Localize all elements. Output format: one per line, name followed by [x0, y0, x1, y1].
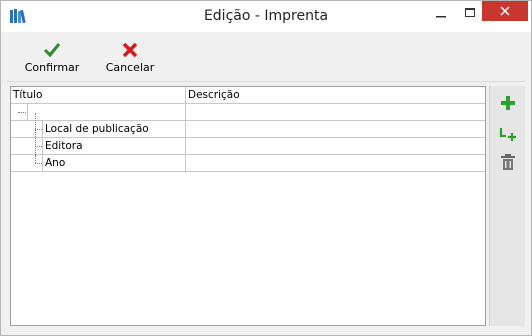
title-bar: Edição - Imprenta — [1, 1, 531, 32]
edit-window: Edição - Imprenta Confirmar Cancelar Tít… — [0, 0, 532, 336]
tree-connector — [35, 163, 42, 164]
close-button[interactable] — [482, 1, 528, 21]
cancel-label: Cancelar — [105, 61, 155, 74]
side-panel — [489, 86, 525, 326]
maximize-icon — [465, 8, 475, 17]
x-icon — [122, 42, 138, 58]
close-icon — [500, 6, 510, 16]
tree-row-label: Local de publicação — [45, 123, 149, 135]
cancel-button[interactable]: Cancelar — [95, 35, 165, 77]
tree-row[interactable]: Local de publicação — [11, 113, 485, 147]
tree-grid[interactable]: Título Descrição Local de publicação Edi… — [10, 86, 486, 326]
confirm-button[interactable]: Confirmar — [17, 35, 87, 77]
tree-row[interactable]: Editora — [11, 138, 485, 155]
tree-row[interactable]: Ano — [11, 155, 485, 172]
tree-row-label: Editora — [45, 140, 83, 152]
checkmark-icon — [43, 43, 61, 58]
tree-connector — [35, 129, 42, 130]
delete-item-button[interactable] — [498, 152, 518, 172]
toolbar: Confirmar Cancelar — [7, 32, 525, 82]
grid-header: Título Descrição — [11, 87, 485, 104]
tree-cell-box — [27, 104, 186, 121]
tree-row-root[interactable] — [11, 104, 485, 121]
trash-icon — [501, 154, 515, 170]
column-header-description[interactable]: Descrição — [188, 89, 240, 101]
column-header-title[interactable]: Título — [13, 89, 42, 101]
tree-connector — [18, 112, 26, 113]
plus-icon — [501, 96, 515, 110]
tree-row-label: Ano — [45, 157, 66, 169]
tree-connector — [35, 146, 42, 147]
tree-connector — [35, 155, 36, 163]
confirm-label: Confirmar — [24, 61, 80, 74]
add-child-item-button[interactable] — [498, 124, 518, 144]
add-item-button[interactable] — [498, 93, 518, 113]
minimize-icon — [436, 16, 446, 18]
add-child-icon — [499, 128, 516, 141]
